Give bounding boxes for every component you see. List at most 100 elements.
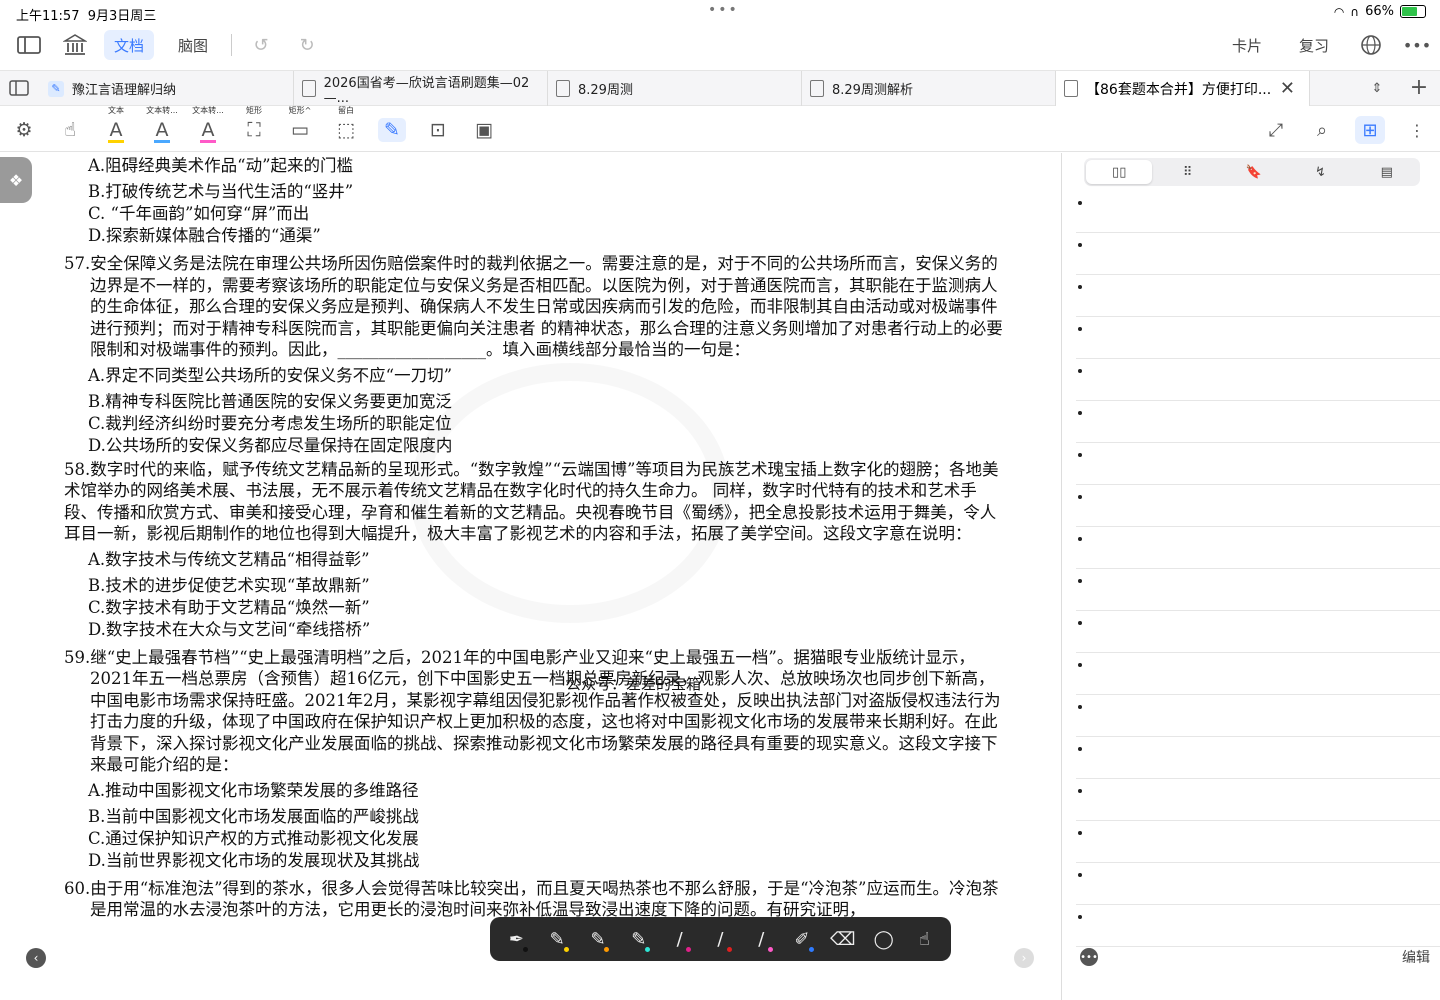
toolbar-divider (231, 34, 232, 56)
pen-magenta-icon[interactable]: / (659, 917, 700, 961)
library-icon[interactable] (60, 31, 90, 59)
doc-tab-label: 豫江言语理解归纳 (72, 83, 177, 98)
doc-tab-3[interactable]: 8.29周测 (548, 71, 802, 106)
tab-mindmap[interactable]: 脑图 (178, 30, 208, 60)
status-time: 上午11:57 9月3日周三 (16, 9, 157, 24)
sidebar-outline-row[interactable] (1076, 359, 1440, 401)
lasso-rect-icon: ⛶ (247, 119, 261, 141)
text-strike-icon: A (201, 119, 215, 141)
text-convert-tool-2[interactable]: 文本转... A (190, 106, 226, 152)
search-document-icon[interactable]: ⌕ (1307, 116, 1337, 144)
pen-tool[interactable]: ✎ (374, 106, 410, 152)
sidebar-outline-row[interactable] (1076, 317, 1440, 359)
sidebar-outline-row[interactable] (1076, 233, 1440, 275)
eraser-icon[interactable]: ⌫ (823, 917, 864, 961)
q57-option-d: D.公共场所的安保义务都应尽量保持在固定限度内 (88, 435, 453, 455)
undo-icon[interactable]: ↺ (246, 31, 276, 59)
blank-space-icon: ⬚ (337, 119, 355, 141)
add-tab-icon[interactable]: + (1404, 73, 1434, 101)
layers-icon[interactable]: ❖ (0, 157, 32, 203)
pen-red-icon[interactable]: / (700, 917, 741, 961)
marker-blue-icon[interactable]: ✐ (782, 917, 823, 961)
redo-icon[interactable]: ↻ (292, 31, 322, 59)
sidebar-outline-row[interactable] (1076, 191, 1440, 233)
rectangle-icon: ▭ (291, 119, 309, 141)
notes-icon[interactable]: ▤ (1354, 158, 1420, 186)
card-button[interactable]: 卡片 (1232, 30, 1262, 60)
wechat-watermark: 公众号：差差的宝箱 (566, 675, 702, 693)
grid-view-icon[interactable]: ⠿ (1154, 158, 1220, 186)
sidebar-edit-button[interactable]: 编辑 (1402, 947, 1430, 967)
sidebar-outline-row[interactable] (1076, 611, 1440, 653)
sidebar-outline-row[interactable] (1076, 569, 1440, 611)
sidebar-outline-row[interactable] (1076, 695, 1440, 737)
q57-option-c: C.裁判经济纠纷时要充分考虑发生场所的职能定位 (88, 413, 452, 433)
fountain-pen-icon[interactable]: ✒ (496, 917, 537, 961)
rectangle-tool-2[interactable]: 矩形^ ▭ (282, 106, 318, 152)
hand-tool[interactable]: ☝ (52, 106, 88, 152)
highlighter-yellow-icon[interactable]: ✎ (537, 917, 578, 961)
next-page-icon[interactable]: › (1014, 948, 1034, 968)
highlighter-cyan-icon[interactable]: ✎ (618, 917, 659, 961)
sidebar-outline-row[interactable] (1076, 737, 1440, 779)
more-icon[interactable]: ••• (1402, 31, 1432, 59)
sidebar-outline-row[interactable] (1076, 779, 1440, 821)
image-tool[interactable]: ▣ (466, 106, 502, 152)
document-icon (556, 80, 570, 97)
touch-pointer-icon[interactable]: ☝ (904, 917, 945, 961)
doc-tab-1[interactable]: ✎ 豫江言语理解归纳 (40, 71, 294, 106)
document-tabs: ✎ 豫江言语理解归纳 2026国省考—欣说言语刷题集—02—... 8.29周测… (0, 70, 1440, 106)
battery-percent: 66% (1365, 4, 1394, 19)
pen-pink-icon[interactable]: / (741, 917, 782, 961)
tab-document[interactable]: 文档 (104, 30, 154, 60)
vertical-more-icon[interactable]: ⋮ (1402, 116, 1432, 144)
split-view-icon[interactable] (4, 74, 34, 102)
multitask-dots-icon[interactable]: ••• (708, 2, 739, 18)
sidebar-outline-row[interactable] (1076, 863, 1440, 905)
sidebar-outline-row[interactable] (1076, 485, 1440, 527)
fullscreen-icon[interactable]: ⤢ (1261, 116, 1291, 144)
doc-tab-label: 2026国省考—欣说言语刷题集—02—... (323, 75, 530, 106)
sidebar-outline-row[interactable] (1076, 653, 1440, 695)
q59-option-c: C.通过保护知识产权的方式推动影视文化发展 (88, 828, 419, 848)
sidebar-toggle-icon[interactable] (14, 31, 44, 59)
q58-option-c: C.数字技术有助于文艺精品“焕然一新” (88, 597, 370, 617)
text-convert-tool-1[interactable]: 文本转... A (144, 106, 180, 152)
tab-sort-icon[interactable]: ⇕ (1362, 74, 1392, 102)
textbox-tool[interactable]: ⊡ (420, 106, 456, 152)
settings-tool[interactable]: ⚙ (6, 106, 42, 152)
bookmark-icon[interactable]: 🔖 (1221, 158, 1287, 186)
close-tab-icon[interactable]: ✕ (1280, 78, 1295, 99)
text-highlight-tool[interactable]: 文本 A (98, 106, 134, 152)
blank-space-tool[interactable]: 留白 ⬚ (328, 106, 364, 152)
q59-option-b: B.当前中国影视文化市场发展面临的严峻挑战 (88, 806, 419, 826)
outline-view-icon[interactable]: ▯▯ (1086, 160, 1153, 184)
sidebar-outline-row[interactable] (1076, 443, 1440, 485)
sidebar-outline-row[interactable] (1076, 905, 1440, 947)
lasso-icon[interactable]: ◯ (863, 917, 904, 961)
doc-tab-4[interactable]: 8.29周测解析 (802, 71, 1056, 106)
doc-tab-label: 8.29周测 (578, 83, 633, 98)
battery-icon (1400, 5, 1426, 18)
q57-option-b: B.精神专科医院比普通医院的安保义务要更加宽泛 (88, 391, 452, 411)
sidebar-outline-row[interactable] (1076, 821, 1440, 863)
rectangle-tool[interactable]: 矩形 ⛶ (236, 106, 272, 152)
pen-palette: ✒ ✎ ✎ ✎ / / / ✐ ⌫ ◯ ☝ (490, 917, 951, 961)
document-view[interactable]: ❖ A.阻碍经典美术作品“动”起来的门槛 B.打破传统艺术与当代生活的“竖井” … (0, 153, 1060, 1000)
sidebar-more-icon[interactable]: ••• (1080, 948, 1098, 966)
review-button[interactable]: 复习 (1299, 30, 1329, 60)
bookmark-panel-icon[interactable]: ⊞ (1355, 116, 1385, 144)
sidebar-outline-row[interactable] (1076, 401, 1440, 443)
highlighter-orange-icon[interactable]: ✎ (578, 917, 619, 961)
q58-option-d: D.数字技术在大众与文艺间“牵线搭桥” (88, 619, 371, 639)
doc-tab-2[interactable]: 2026国省考—欣说言语刷题集—02—... (294, 71, 548, 106)
document-icon (302, 80, 316, 97)
prev-page-icon[interactable]: ‹ (26, 948, 46, 968)
doc-tab-5-active[interactable]: 【86套题本合并】方便打印... ✕ (1056, 71, 1310, 106)
q57-option-a: A.界定不同类型公共场所的安保义务不应“一刀切” (88, 365, 453, 385)
web-icon[interactable] (1356, 31, 1386, 59)
annotation-icon[interactable]: ↯ (1287, 158, 1353, 186)
hand-pointer-icon: ☝ (64, 119, 76, 141)
sidebar-outline-row[interactable] (1076, 275, 1440, 317)
sidebar-outline-row[interactable] (1076, 527, 1440, 569)
